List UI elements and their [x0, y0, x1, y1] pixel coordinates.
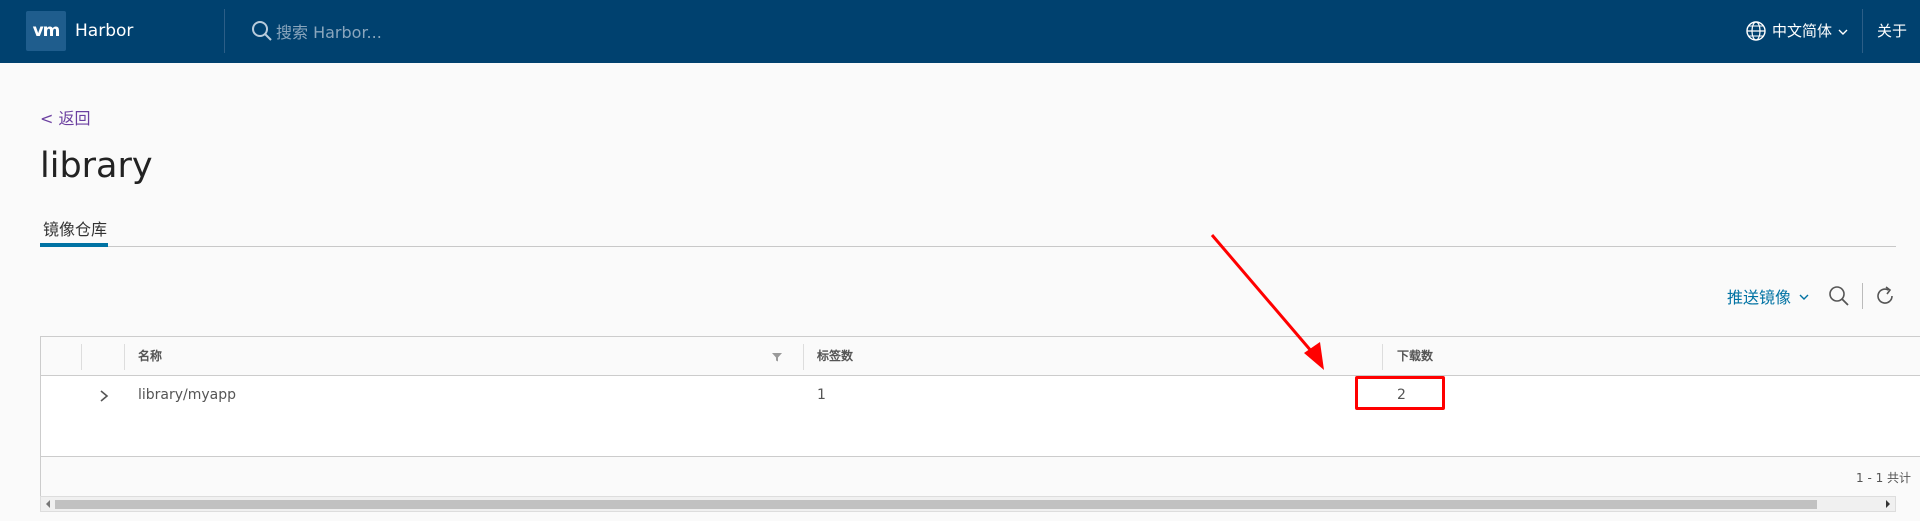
tag-count-cell: 1	[817, 387, 826, 403]
push-image-button[interactable]: 推送镜像	[1727, 284, 1791, 308]
filter-icon[interactable]	[771, 351, 783, 363]
search-icon[interactable]	[250, 19, 274, 43]
pagination-info: 1 - 1 共计	[1856, 471, 1912, 485]
app-name[interactable]: Harbor	[75, 0, 133, 63]
scroll-right-icon[interactable]	[1884, 499, 1892, 509]
horizontal-scrollbar[interactable]	[40, 496, 1896, 512]
chevron-down-icon[interactable]	[1838, 27, 1848, 37]
active-tab-indicator	[40, 243, 108, 247]
chevron-right-icon[interactable]	[97, 389, 111, 403]
annotation-arrow-icon	[1210, 234, 1324, 370]
global-search-input[interactable]	[276, 19, 596, 45]
toolbar-divider	[1862, 283, 1863, 309]
column-divider	[81, 344, 82, 370]
top-header: vm Harbor 中文简体 关于	[0, 0, 1920, 63]
repository-table: 名称 标签数 下载数 library/myapp 1 2 1 - 1 共计	[40, 336, 1920, 497]
table-footer: 1 - 1 共计	[41, 456, 1920, 497]
page-title: library	[40, 146, 153, 186]
column-header-name[interactable]: 名称	[138, 347, 162, 364]
logo-text: vm	[32, 21, 61, 41]
annotation-highlight-box	[1355, 376, 1445, 410]
tab-repositories[interactable]: 镜像仓库	[40, 216, 110, 246]
scroll-left-icon[interactable]	[44, 499, 52, 509]
column-header-tags[interactable]: 标签数	[817, 347, 853, 364]
tabs-divider	[40, 246, 1896, 247]
column-divider	[803, 344, 804, 370]
header-divider	[224, 9, 225, 53]
vmware-logo[interactable]: vm	[26, 11, 66, 51]
scrollbar-thumb[interactable]	[55, 500, 1817, 509]
back-link[interactable]: < 返回	[40, 105, 91, 129]
refresh-icon[interactable]	[1874, 285, 1896, 307]
header-divider	[1862, 9, 1863, 53]
column-divider	[1382, 344, 1383, 370]
repo-name-cell[interactable]: library/myapp	[138, 387, 236, 403]
search-icon[interactable]	[1828, 285, 1850, 307]
column-divider	[124, 344, 125, 370]
table-header: 名称 标签数 下载数	[41, 337, 1920, 376]
about-link[interactable]: 关于	[1877, 0, 1907, 63]
globe-icon[interactable]	[1745, 20, 1767, 42]
chevron-down-icon[interactable]	[1799, 292, 1809, 302]
language-selector[interactable]: 中文简体	[1772, 0, 1832, 63]
table-row[interactable]: library/myapp 1 2	[41, 376, 1920, 416]
column-header-downloads[interactable]: 下载数	[1397, 347, 1433, 364]
